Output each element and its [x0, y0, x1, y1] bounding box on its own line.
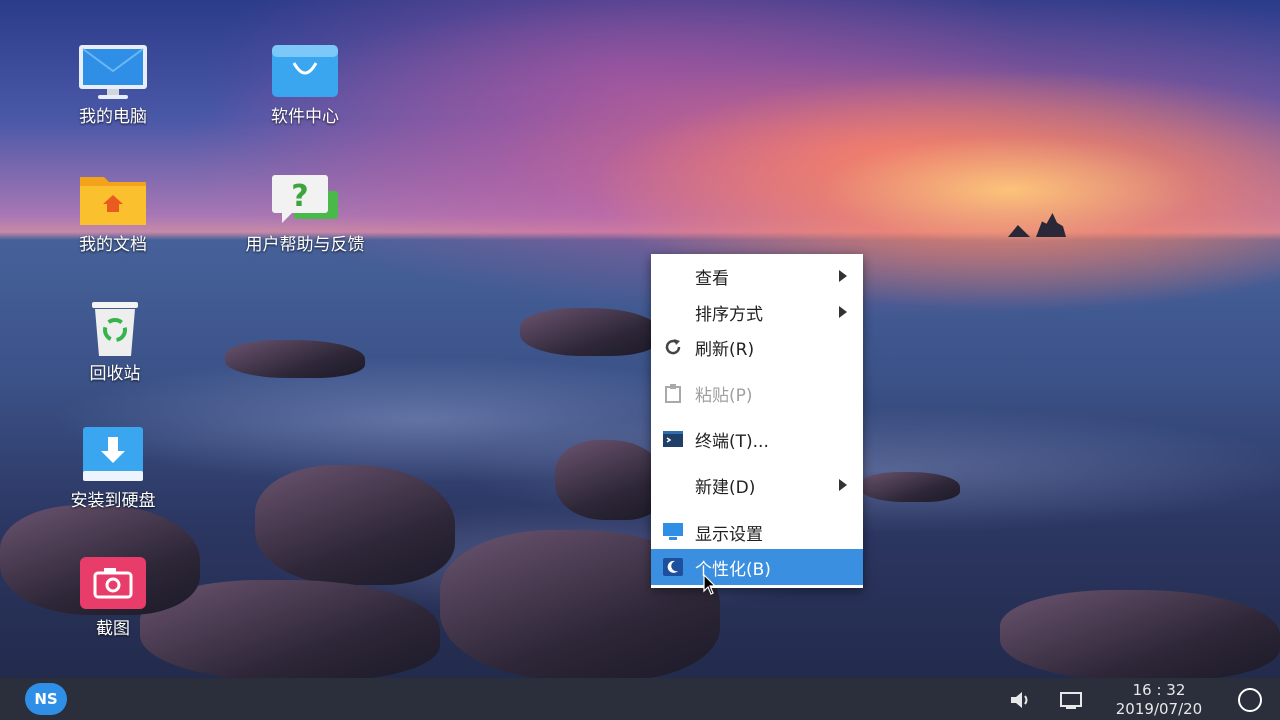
wallpaper-rock — [225, 340, 365, 378]
desktop-context-menu: 查看 排序方式 刷新(R) 粘贴(P) 终端(T)... 新建(D) 显示设置 — [651, 254, 863, 588]
refresh-icon — [662, 336, 684, 358]
desktop-icon-install-to-disk[interactable]: 安装到硬盘 — [48, 427, 178, 513]
menu-item-personalize[interactable]: 个性化(B) — [651, 549, 863, 585]
menu-item-display-settings[interactable]: 显示设置 — [651, 514, 863, 550]
menu-item-label: 粘贴(P) — [695, 385, 753, 406]
wallpaper-rock — [860, 472, 960, 502]
menu-item-terminal[interactable]: 终端(T)... — [651, 421, 863, 457]
submenu-arrow-icon — [839, 306, 847, 318]
clock-date: 2019/07/20 — [1115, 700, 1203, 718]
power-icon[interactable] — [1238, 688, 1262, 712]
screenshot-icon — [78, 555, 148, 613]
menu-item-label: 排序方式 — [695, 304, 763, 325]
help-feedback-icon: ? — [270, 171, 340, 229]
start-menu-label: NS — [34, 690, 58, 708]
menu-item-label: 查看 — [695, 268, 729, 289]
taskbar — [0, 678, 1280, 720]
paste-icon — [662, 382, 684, 404]
desktop-icon-my-computer[interactable]: 我的电脑 — [48, 43, 178, 129]
desktop-icon-my-documents[interactable]: 我的文档 — [48, 171, 178, 257]
menu-item-refresh[interactable]: 刷新(R) — [651, 329, 863, 365]
software-center-icon — [270, 43, 340, 101]
wallpaper-rock — [555, 440, 665, 520]
desktop-icon-label: 截图 — [96, 619, 130, 639]
show-desktop-icon[interactable] — [1059, 689, 1083, 715]
desktop-icon-screenshot[interactable]: 截图 — [48, 555, 178, 641]
display-settings-icon — [662, 521, 684, 543]
menu-item-label: 终端(T)... — [695, 431, 769, 452]
submenu-arrow-icon — [839, 270, 847, 282]
desktop-icon-label: 我的电脑 — [79, 107, 147, 127]
menu-item-label: 显示设置 — [695, 524, 763, 545]
desktop-icon-label: 安装到硬盘 — [70, 491, 156, 511]
menu-item-view[interactable]: 查看 — [651, 258, 863, 294]
menu-item-paste[interactable]: 粘贴(P) — [651, 375, 863, 411]
desktop-icon-label: 用户帮助与反馈 — [245, 235, 365, 255]
wallpaper-islet — [1008, 213, 1084, 237]
recycle-bin-icon — [80, 300, 150, 358]
menu-item-label: 刷新(R) — [695, 339, 755, 360]
desktop-icon-label: 我的文档 — [79, 235, 147, 255]
volume-icon[interactable] — [1009, 689, 1033, 715]
personalize-icon — [662, 556, 684, 578]
desktop-icon-label: 回收站 — [89, 364, 141, 384]
install-to-disk-icon — [78, 427, 148, 485]
computer-icon — [78, 43, 148, 101]
desktop-icon-software-center[interactable]: 软件中心 — [240, 43, 370, 129]
menu-item-label: 新建(D) — [695, 477, 756, 498]
start-menu-button[interactable]: NS — [25, 683, 67, 715]
mouse-cursor-icon — [703, 573, 717, 596]
submenu-arrow-icon — [839, 479, 847, 491]
menu-item-new[interactable]: 新建(D) — [651, 467, 863, 503]
desktop-icon-user-help[interactable]: ? 用户帮助与反馈 — [240, 171, 370, 257]
clock[interactable]: 16 : 32 2019/07/20 — [1098, 681, 1220, 719]
desktop-icon-recycle-bin[interactable]: 回收站 — [50, 300, 180, 386]
wallpaper-rock — [520, 308, 660, 356]
menu-item-sort-by[interactable]: 排序方式 — [651, 294, 863, 330]
svg-text:?: ? — [291, 179, 308, 214]
terminal-icon — [662, 428, 684, 450]
wallpaper-rock — [1000, 590, 1280, 680]
wallpaper-rock — [255, 465, 455, 585]
documents-folder-icon — [78, 171, 148, 229]
desktop-icon-label: 软件中心 — [271, 107, 339, 127]
clock-time: 16 : 32 — [1132, 681, 1186, 699]
